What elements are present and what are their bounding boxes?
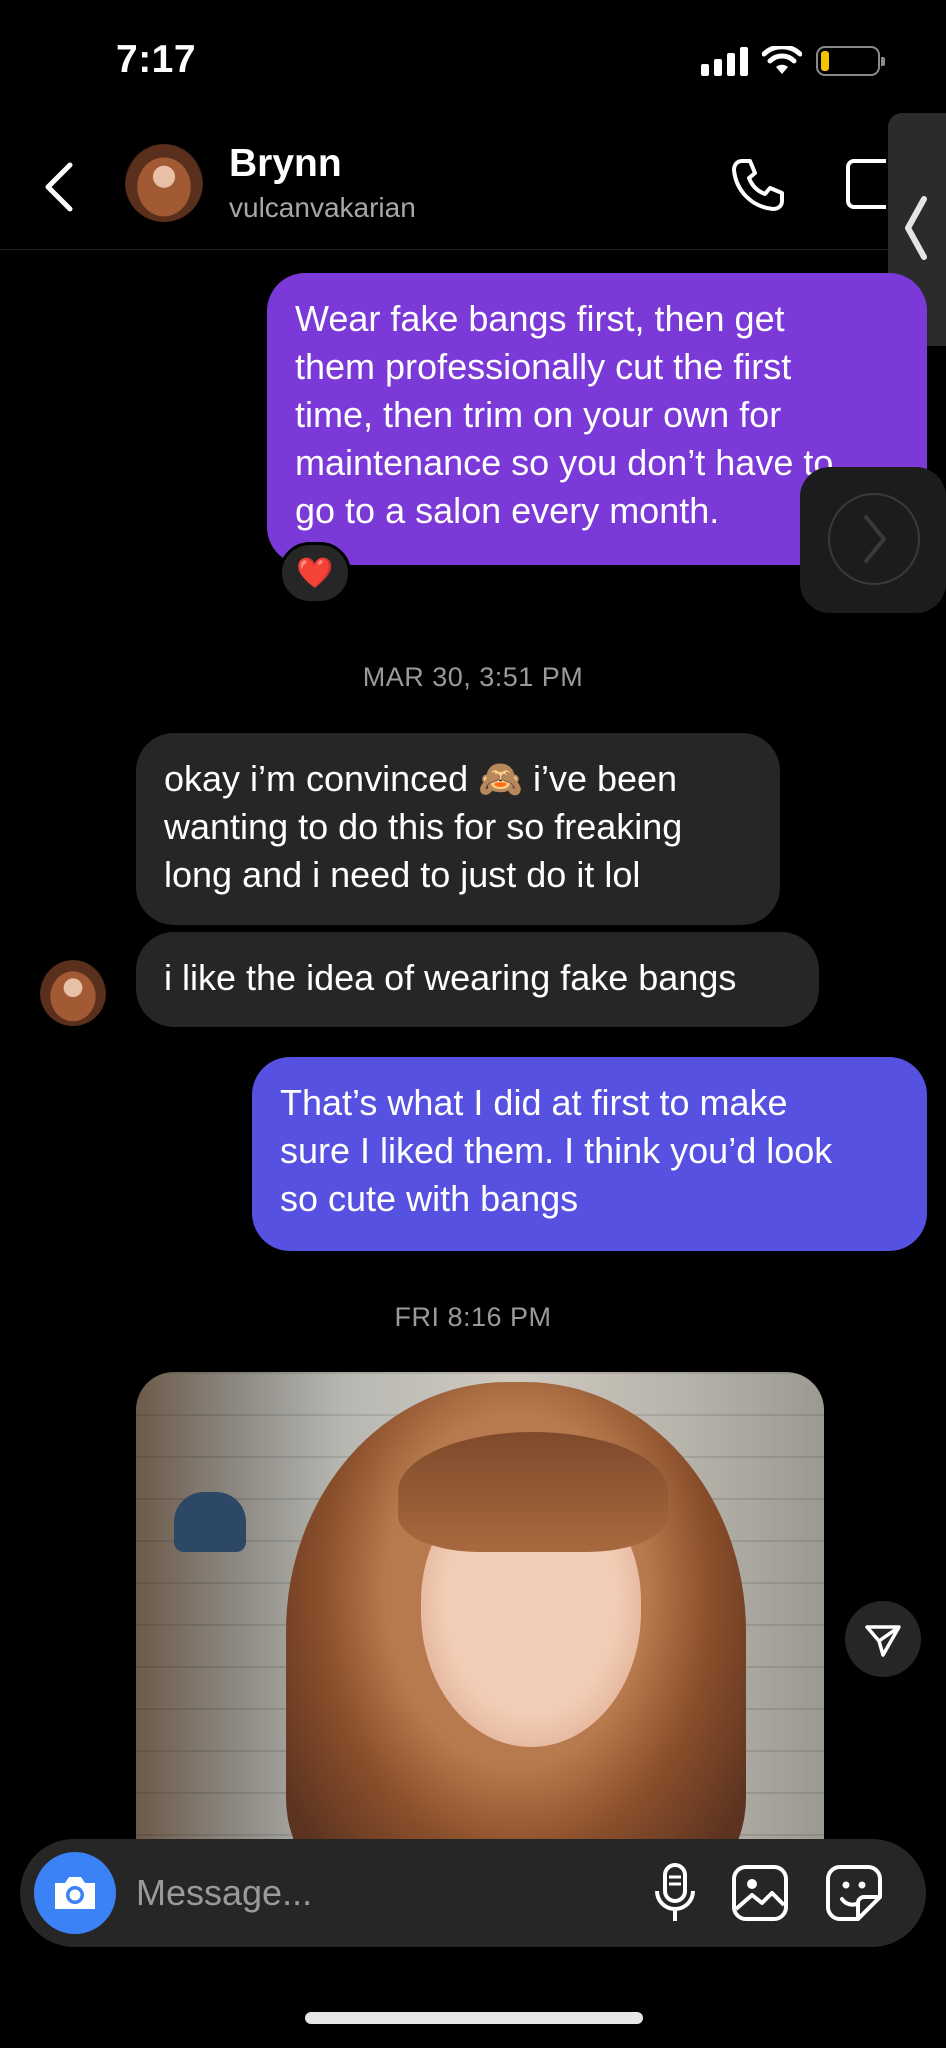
- message-text: That’s what I did at first to make sure …: [280, 1082, 833, 1219]
- microphone-icon[interactable]: [645, 1861, 705, 1925]
- message-composer: [20, 1839, 926, 1947]
- avatar[interactable]: [125, 144, 203, 222]
- message-input[interactable]: [136, 1863, 636, 1923]
- chat-header: Brynn vulcanvakarian: [0, 135, 946, 250]
- timestamp: MAR 30, 3:51 PM: [362, 662, 584, 692]
- video-icon[interactable]: [846, 159, 886, 209]
- gallery-icon[interactable]: [730, 1863, 790, 1923]
- phone-icon[interactable]: [728, 155, 788, 215]
- chevron-left-icon: [905, 196, 927, 260]
- contact-handle[interactable]: vulcanvakarian: [229, 192, 416, 224]
- heart-reaction[interactable]: ❤️: [279, 542, 351, 604]
- camera-icon: [55, 1877, 95, 1909]
- timestamp: FRI 8:16 PM: [394, 1302, 552, 1332]
- status-icons: [701, 46, 885, 76]
- message-bubble-outgoing[interactable]: That’s what I did at first to make sure …: [252, 1057, 927, 1251]
- battery-icon: [816, 46, 885, 76]
- sticker-icon[interactable]: [824, 1863, 884, 1923]
- share-button[interactable]: [845, 1601, 921, 1677]
- paper-plane-icon: [865, 1625, 901, 1657]
- sender-avatar[interactable]: [40, 960, 106, 1026]
- wifi-icon: [762, 46, 802, 74]
- home-indicator[interactable]: [305, 2012, 643, 2024]
- signal-icon: [701, 46, 748, 76]
- chevron-right-icon: [864, 515, 886, 563]
- message-bubble-incoming[interactable]: okay i’m convinced 🙈 i’ve been wanting t…: [136, 733, 780, 925]
- message-text: i like the idea of wearing fake bangs: [164, 957, 737, 998]
- message-text: okay i’m convinced 🙈 i’ve been wanting t…: [164, 758, 683, 895]
- camera-button[interactable]: [34, 1852, 116, 1934]
- status-time: 7:17: [116, 38, 197, 81]
- message-bubble-incoming[interactable]: i like the idea of wearing fake bangs: [136, 932, 819, 1027]
- contact-name[interactable]: Brynn: [229, 142, 342, 186]
- back-icon[interactable]: [36, 157, 84, 217]
- forward-overlay-button[interactable]: [800, 467, 946, 613]
- photo-message[interactable]: [136, 1372, 824, 1842]
